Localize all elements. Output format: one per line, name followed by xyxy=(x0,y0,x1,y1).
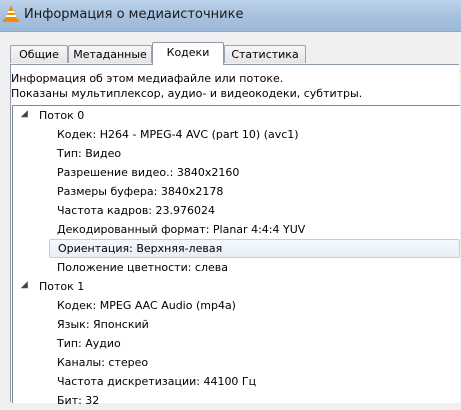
collapse-arrow-icon[interactable] xyxy=(20,109,32,121)
stream-label: Поток 1 xyxy=(39,280,85,293)
tree-item[interactable]: Частота кадров: 23.976024 xyxy=(57,201,215,220)
tree-item[interactable]: Кодек: MPEG AAC Audio (mp4a) xyxy=(57,296,236,315)
panel-description: Информация об этом медиафайле или потоке… xyxy=(11,71,362,101)
stream-node[interactable]: Поток 0 xyxy=(17,106,84,125)
tab-codecs[interactable]: Кодеки xyxy=(152,42,224,65)
tree-item[interactable]: Тип: Видео xyxy=(57,144,121,163)
tree-item-selected[interactable]: Ориентация: Верхняя-левая xyxy=(49,239,460,258)
tab-statistics[interactable]: Статистика xyxy=(224,45,306,63)
tree-item[interactable]: Частота дискретизации: 44100 Гц xyxy=(57,372,256,391)
dialog-body: Общие Метаданные Кодеки Статистика Инфор… xyxy=(0,32,461,407)
description-line: Показаны мультиплексор, аудио- и видеоко… xyxy=(11,87,363,100)
stream-node[interactable]: Поток 1 xyxy=(17,277,84,296)
description-line: Информация об этом медиафайле или потоке… xyxy=(11,72,284,85)
tree-item[interactable]: Бит: 32 xyxy=(57,391,99,410)
tree-item[interactable]: Каналы: стерео xyxy=(57,353,148,372)
vlc-cone-icon xyxy=(3,5,19,22)
tree-item[interactable]: Разрешение видео.: 3840x2160 xyxy=(57,163,239,182)
title-bar[interactable]: Информация о медиаисточнике xyxy=(0,0,461,32)
codecs-panel: Информация об этом медиафайле или потоке… xyxy=(10,64,460,407)
tree-item[interactable]: Язык: Японский xyxy=(57,315,149,334)
codec-tree[interactable]: Поток 0 Кодек: H264 - MPEG-4 AVC (part 1… xyxy=(12,105,460,407)
collapse-arrow-icon[interactable] xyxy=(20,280,32,292)
tab-general[interactable]: Общие xyxy=(10,45,68,63)
tree-item[interactable]: Кодек: H264 - MPEG-4 AVC (part 10) (avc1… xyxy=(57,125,299,144)
tree-item[interactable]: Тип: Аудио xyxy=(57,334,121,353)
tree-item[interactable]: Декодированный формат: Planar 4:4:4 YUV xyxy=(57,220,305,239)
tree-item[interactable]: Положение цветности: слева xyxy=(57,258,228,277)
tab-metadata[interactable]: Метаданные xyxy=(68,45,152,63)
tree-item[interactable]: Размеры буфера: 3840x2178 xyxy=(57,182,223,201)
window-title: Информация о медиаисточнике xyxy=(24,7,244,22)
stream-label: Поток 0 xyxy=(39,109,85,122)
